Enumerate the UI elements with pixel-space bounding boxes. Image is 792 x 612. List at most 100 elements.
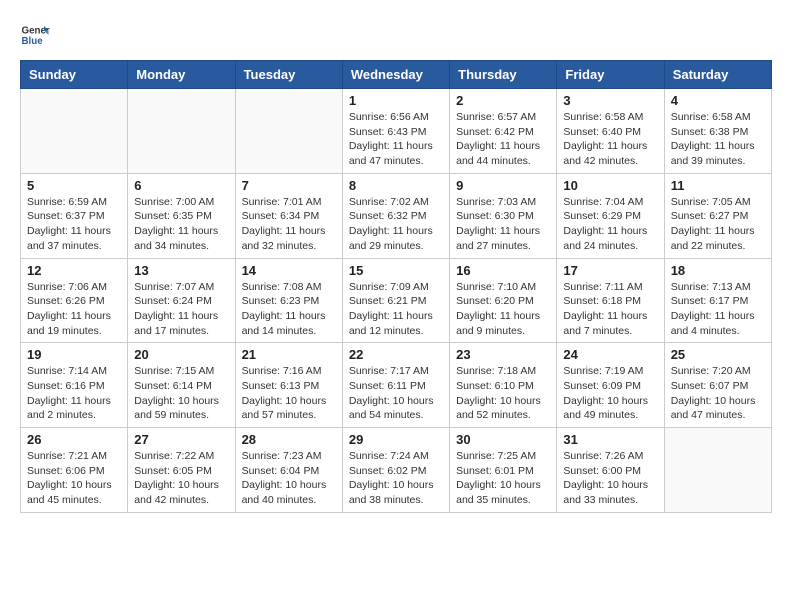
calendar-cell [235, 89, 342, 174]
calendar-cell: 4 Sunrise: 6:58 AM Sunset: 6:38 PM Daylig… [664, 89, 771, 174]
day-number: 23 [456, 347, 550, 362]
logo-icon: General Blue [20, 20, 50, 50]
day-info: Sunrise: 7:24 AM Sunset: 6:02 PM Dayligh… [349, 449, 443, 508]
logo: General Blue [20, 20, 50, 50]
day-number: 21 [242, 347, 336, 362]
weekday-header-saturday: Saturday [664, 61, 771, 89]
calendar-cell: 14 Sunrise: 7:08 AM Sunset: 6:23 PM Dayli… [235, 258, 342, 343]
day-info: Sunrise: 7:20 AM Sunset: 6:07 PM Dayligh… [671, 364, 765, 423]
calendar-cell: 1 Sunrise: 6:56 AM Sunset: 6:43 PM Daylig… [342, 89, 449, 174]
day-info: Sunrise: 7:13 AM Sunset: 6:17 PM Dayligh… [671, 280, 765, 339]
calendar-cell: 6 Sunrise: 7:00 AM Sunset: 6:35 PM Daylig… [128, 173, 235, 258]
day-info: Sunrise: 6:57 AM Sunset: 6:42 PM Dayligh… [456, 110, 550, 169]
day-number: 14 [242, 263, 336, 278]
day-number: 31 [563, 432, 657, 447]
calendar-cell: 15 Sunrise: 7:09 AM Sunset: 6:21 PM Dayli… [342, 258, 449, 343]
calendar-cell: 29 Sunrise: 7:24 AM Sunset: 6:02 PM Dayli… [342, 428, 449, 513]
day-number: 3 [563, 93, 657, 108]
day-info: Sunrise: 7:06 AM Sunset: 6:26 PM Dayligh… [27, 280, 121, 339]
weekday-header-row: SundayMondayTuesdayWednesdayThursdayFrid… [21, 61, 772, 89]
calendar-cell: 17Sunrise: 7:11 AM Sunset: 6:18 PM Dayli… [557, 258, 664, 343]
day-number: 27 [134, 432, 228, 447]
day-number: 1 [349, 93, 443, 108]
calendar-cell: 3 Sunrise: 6:58 AM Sunset: 6:40 PM Daylig… [557, 89, 664, 174]
weekday-header-sunday: Sunday [21, 61, 128, 89]
day-info: Sunrise: 7:18 AM Sunset: 6:10 PM Dayligh… [456, 364, 550, 423]
calendar-cell: 10Sunrise: 7:04 AM Sunset: 6:29 PM Dayli… [557, 173, 664, 258]
day-number: 19 [27, 347, 121, 362]
day-number: 30 [456, 432, 550, 447]
day-info: Sunrise: 7:10 AM Sunset: 6:20 PM Dayligh… [456, 280, 550, 339]
calendar-cell: 20 Sunrise: 7:15 AM Sunset: 6:14 PM Dayli… [128, 343, 235, 428]
calendar-cell: 2Sunrise: 6:57 AM Sunset: 6:42 PM Daylig… [450, 89, 557, 174]
calendar-cell [664, 428, 771, 513]
day-number: 5 [27, 178, 121, 193]
day-number: 13 [134, 263, 228, 278]
calendar-cell: 13 Sunrise: 7:07 AM Sunset: 6:24 PM Dayli… [128, 258, 235, 343]
calendar-cell: 25 Sunrise: 7:20 AM Sunset: 6:07 PM Dayli… [664, 343, 771, 428]
day-info: Sunrise: 7:00 AM Sunset: 6:35 PM Dayligh… [134, 195, 228, 254]
svg-text:Blue: Blue [22, 36, 44, 47]
day-info: Sunrise: 6:58 AM Sunset: 6:40 PM Dayligh… [563, 110, 657, 169]
day-info: Sunrise: 6:58 AM Sunset: 6:38 PM Dayligh… [671, 110, 765, 169]
day-info: Sunrise: 7:15 AM Sunset: 6:14 PM Dayligh… [134, 364, 228, 423]
day-number: 20 [134, 347, 228, 362]
day-number: 25 [671, 347, 765, 362]
day-info: Sunrise: 7:09 AM Sunset: 6:21 PM Dayligh… [349, 280, 443, 339]
day-number: 12 [27, 263, 121, 278]
calendar-cell: 16 Sunrise: 7:10 AM Sunset: 6:20 PM Dayli… [450, 258, 557, 343]
day-info: Sunrise: 7:02 AM Sunset: 6:32 PM Dayligh… [349, 195, 443, 254]
calendar-week-1: 1 Sunrise: 6:56 AM Sunset: 6:43 PM Daylig… [21, 89, 772, 174]
weekday-header-wednesday: Wednesday [342, 61, 449, 89]
day-number: 29 [349, 432, 443, 447]
day-info: Sunrise: 7:25 AM Sunset: 6:01 PM Dayligh… [456, 449, 550, 508]
calendar-cell: 28Sunrise: 7:23 AM Sunset: 6:04 PM Dayli… [235, 428, 342, 513]
day-info: Sunrise: 7:08 AM Sunset: 6:23 PM Dayligh… [242, 280, 336, 339]
calendar-cell: 9 Sunrise: 7:03 AM Sunset: 6:30 PM Daylig… [450, 173, 557, 258]
calendar-cell: 24 Sunrise: 7:19 AM Sunset: 6:09 PM Dayli… [557, 343, 664, 428]
day-info: Sunrise: 7:17 AM Sunset: 6:11 PM Dayligh… [349, 364, 443, 423]
day-info: Sunrise: 7:03 AM Sunset: 6:30 PM Dayligh… [456, 195, 550, 254]
day-number: 22 [349, 347, 443, 362]
calendar-cell: 7 Sunrise: 7:01 AM Sunset: 6:34 PM Daylig… [235, 173, 342, 258]
calendar-cell: 21 Sunrise: 7:16 AM Sunset: 6:13 PM Dayli… [235, 343, 342, 428]
day-number: 10 [563, 178, 657, 193]
calendar-week-3: 12 Sunrise: 7:06 AM Sunset: 6:26 PM Dayli… [21, 258, 772, 343]
day-info: Sunrise: 6:59 AM Sunset: 6:37 PM Dayligh… [27, 195, 121, 254]
calendar-cell: 31 Sunrise: 7:26 AM Sunset: 6:00 PM Dayli… [557, 428, 664, 513]
day-info: Sunrise: 7:19 AM Sunset: 6:09 PM Dayligh… [563, 364, 657, 423]
calendar-cell [128, 89, 235, 174]
day-info: Sunrise: 6:56 AM Sunset: 6:43 PM Dayligh… [349, 110, 443, 169]
weekday-header-tuesday: Tuesday [235, 61, 342, 89]
calendar-cell: 19 Sunrise: 7:14 AM Sunset: 6:16 PM Dayli… [21, 343, 128, 428]
day-info: Sunrise: 7:01 AM Sunset: 6:34 PM Dayligh… [242, 195, 336, 254]
day-number: 24 [563, 347, 657, 362]
day-info: Sunrise: 7:07 AM Sunset: 6:24 PM Dayligh… [134, 280, 228, 339]
day-number: 9 [456, 178, 550, 193]
calendar-table: SundayMondayTuesdayWednesdayThursdayFrid… [20, 60, 772, 513]
day-number: 4 [671, 93, 765, 108]
calendar-cell: 18 Sunrise: 7:13 AM Sunset: 6:17 PM Dayli… [664, 258, 771, 343]
calendar-week-4: 19 Sunrise: 7:14 AM Sunset: 6:16 PM Dayli… [21, 343, 772, 428]
day-number: 26 [27, 432, 121, 447]
calendar-cell [21, 89, 128, 174]
day-number: 6 [134, 178, 228, 193]
calendar-cell: 27 Sunrise: 7:22 AM Sunset: 6:05 PM Dayli… [128, 428, 235, 513]
day-info: Sunrise: 7:16 AM Sunset: 6:13 PM Dayligh… [242, 364, 336, 423]
day-info: Sunrise: 7:26 AM Sunset: 6:00 PM Dayligh… [563, 449, 657, 508]
calendar-week-5: 26 Sunrise: 7:21 AM Sunset: 6:06 PM Dayli… [21, 428, 772, 513]
day-info: Sunrise: 7:05 AM Sunset: 6:27 PM Dayligh… [671, 195, 765, 254]
day-info: Sunrise: 7:21 AM Sunset: 6:06 PM Dayligh… [27, 449, 121, 508]
calendar-week-2: 5 Sunrise: 6:59 AM Sunset: 6:37 PM Daylig… [21, 173, 772, 258]
day-number: 8 [349, 178, 443, 193]
day-number: 16 [456, 263, 550, 278]
day-number: 15 [349, 263, 443, 278]
day-info: Sunrise: 7:22 AM Sunset: 6:05 PM Dayligh… [134, 449, 228, 508]
day-number: 7 [242, 178, 336, 193]
weekday-header-monday: Monday [128, 61, 235, 89]
weekday-header-thursday: Thursday [450, 61, 557, 89]
calendar-cell: 22 Sunrise: 7:17 AM Sunset: 6:11 PM Dayli… [342, 343, 449, 428]
day-info: Sunrise: 7:14 AM Sunset: 6:16 PM Dayligh… [27, 364, 121, 423]
day-number: 18 [671, 263, 765, 278]
calendar-cell: 23 Sunrise: 7:18 AM Sunset: 6:10 PM Dayli… [450, 343, 557, 428]
